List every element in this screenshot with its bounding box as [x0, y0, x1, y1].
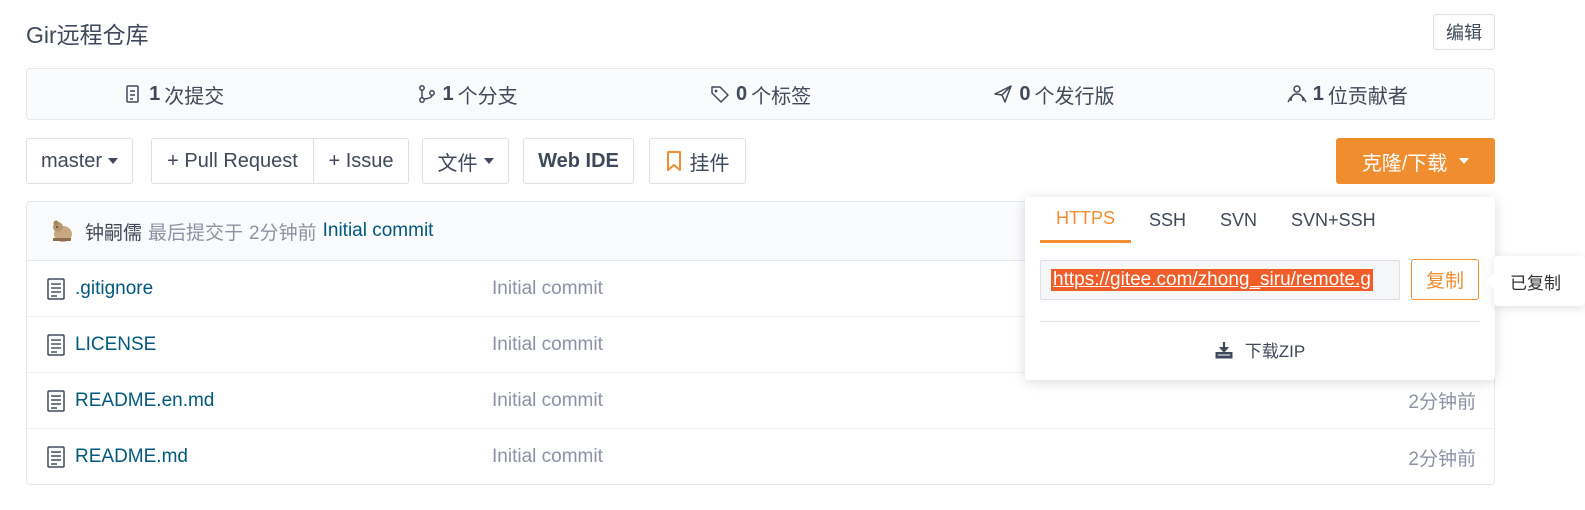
- file-icon: [47, 334, 65, 356]
- contributors-count: 1: [1312, 82, 1324, 105]
- files-dropdown-label: 文件: [437, 152, 478, 175]
- tab-ssh[interactable]: SSH: [1133, 197, 1202, 243]
- file-commit-message[interactable]: Initial commit: [492, 446, 603, 468]
- file-commit-message[interactable]: Initial commit: [492, 334, 603, 356]
- copied-tooltip-text: 已复制: [1510, 273, 1561, 293]
- commit-message-link[interactable]: Initial commit: [323, 220, 434, 242]
- file-name-link[interactable]: README.en.md: [75, 390, 214, 412]
- clone-download-button[interactable]: 克隆/下载: [1336, 138, 1495, 184]
- clone-url-input[interactable]: https://gitee.com/zhong_siru/remote.g: [1040, 260, 1400, 300]
- file-commit-time: 2分钟前: [1408, 448, 1476, 470]
- commit-prefix: 最后提交于: [148, 222, 244, 244]
- download-zip-label: 下载ZIP: [1244, 342, 1306, 361]
- file-name-link[interactable]: LICENSE: [75, 334, 156, 356]
- releases-label: 个发行版: [1034, 85, 1115, 108]
- file-row: README.md Initial commit 2分钟前: [27, 429, 1494, 484]
- tag-icon: [711, 86, 729, 103]
- branch-select[interactable]: master: [26, 138, 133, 184]
- pull-request-button[interactable]: + Pull Request: [152, 139, 314, 183]
- avatar[interactable]: [49, 218, 75, 244]
- file-icon: [47, 278, 65, 300]
- release-icon: [994, 85, 1013, 103]
- copied-tooltip: 已复制: [1486, 256, 1585, 306]
- releases-count: 0: [1019, 82, 1031, 105]
- file-row: README.en.md Initial commit 2分钟前: [27, 373, 1494, 429]
- edit-button[interactable]: 编辑: [1433, 14, 1495, 50]
- commits-label: 次提交: [164, 85, 225, 108]
- clone-protocol-tabs: HTTPS SSH SVN SVN+SSH: [1040, 197, 1394, 243]
- clone-dropdown-panel: HTTPS SSH SVN SVN+SSH https://gitee.com/…: [1025, 197, 1495, 380]
- chevron-down-icon: [1459, 158, 1470, 164]
- pr-issue-group: + Pull Request + Issue: [151, 138, 409, 184]
- clone-url-text: https://gitee.com/zhong_siru/remote.g: [1051, 269, 1373, 291]
- commit-time: 2分钟前: [249, 222, 317, 244]
- web-ide-button[interactable]: Web IDE: [523, 138, 634, 184]
- file-commit-message[interactable]: Initial commit: [492, 278, 603, 300]
- file-commit-time: 2分钟前: [1408, 392, 1476, 413]
- clone-download-label: 克隆/下载: [1361, 152, 1448, 175]
- file-name-link[interactable]: .gitignore: [75, 278, 153, 300]
- download-zip-link[interactable]: 下载ZIP: [1025, 337, 1495, 362]
- widget-button[interactable]: 挂件: [649, 138, 746, 184]
- chevron-down-icon: [108, 158, 119, 164]
- tags-count: 0: [735, 82, 748, 105]
- tags-stat[interactable]: 0 个标签: [614, 69, 907, 119]
- releases-stat[interactable]: 0 个发行版: [907, 69, 1200, 119]
- tab-svn[interactable]: SVN: [1204, 197, 1273, 243]
- commits-count: 1: [149, 82, 161, 105]
- tab-https[interactable]: HTTPS: [1040, 197, 1132, 243]
- copy-url-button[interactable]: 复制: [1411, 259, 1479, 300]
- file-name-link[interactable]: README.md: [75, 446, 188, 468]
- issue-button[interactable]: + Issue: [314, 139, 408, 183]
- branches-stat[interactable]: 1 个分支: [320, 69, 613, 119]
- file-icon: [47, 390, 65, 412]
- repo-title: Gir远程仓库: [26, 22, 149, 48]
- contributors-label: 位贡献者: [1327, 85, 1408, 108]
- commits-icon: [126, 85, 139, 103]
- branch-select-label: master: [40, 149, 103, 172]
- tab-svn-ssh[interactable]: SVN+SSH: [1275, 197, 1392, 243]
- download-icon: [1215, 341, 1233, 358]
- branches-count: 1: [442, 82, 454, 105]
- repo-stats-bar: 1 次提交 1 个分支 0 个标签 0 个发行版 1 位贡献者: [26, 68, 1495, 120]
- chevron-down-icon: [483, 158, 494, 164]
- widget-button-label: 挂件: [689, 152, 730, 175]
- contributors-icon: [1287, 85, 1307, 103]
- file-commit-message[interactable]: Initial commit: [492, 390, 603, 412]
- commit-author[interactable]: 钟嗣儒: [85, 218, 142, 245]
- divider: [1040, 321, 1480, 322]
- contributors-stat[interactable]: 1 位贡献者: [1201, 69, 1494, 119]
- bookmark-icon: [666, 151, 681, 171]
- commits-stat[interactable]: 1 次提交: [27, 69, 320, 119]
- file-icon: [47, 446, 65, 468]
- files-dropdown[interactable]: 文件: [422, 138, 509, 184]
- tags-label: 个标签: [751, 85, 812, 108]
- branch-icon: [418, 85, 435, 103]
- branches-label: 个分支: [457, 85, 518, 108]
